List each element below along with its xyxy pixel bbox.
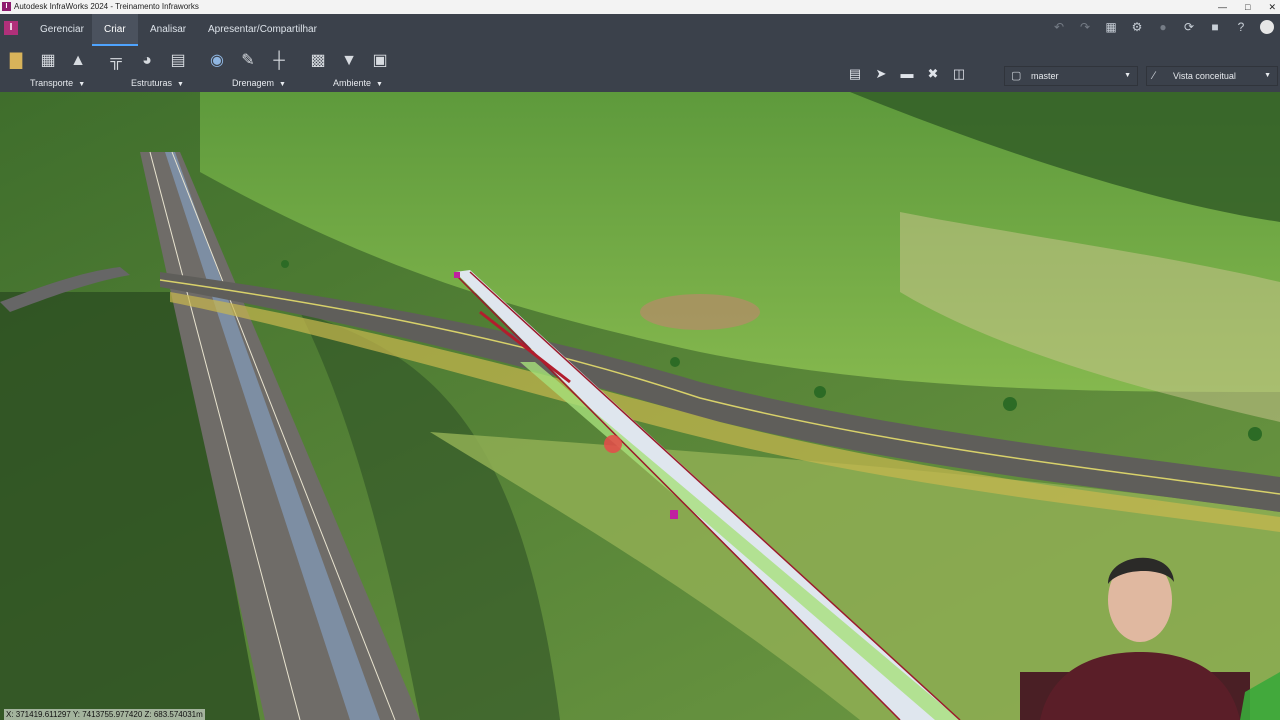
redo-icon[interactable]: ↷	[1078, 20, 1092, 34]
proposal-value: master	[1031, 71, 1059, 81]
quick-access-toolbar: ↶ ↷ ▦ ⚙ ● ⟳ ■ ?	[1052, 20, 1274, 34]
sync-data-icon[interactable]: ▦	[1104, 20, 1118, 34]
tab-apresentar-compartilhar[interactable]: Apresentar/Compartilhar	[196, 14, 329, 46]
city-furniture-icon[interactable]: ▼	[339, 51, 359, 71]
tree	[1248, 427, 1262, 441]
settings-gear-icon[interactable]: ⚙	[1130, 20, 1144, 34]
window-title: Autodesk InfraWorks 2024 - Treinamento I…	[14, 2, 199, 11]
bridge-icon[interactable]: ╦	[106, 51, 126, 71]
layers-icon[interactable]: ◫	[950, 66, 968, 82]
infraworks-logo-icon: I	[2, 2, 11, 11]
road-icon[interactable]: ▇	[6, 51, 26, 71]
chevron-down-icon: ▼	[279, 81, 286, 88]
tree	[1003, 397, 1017, 411]
visual-style-value: Vista conceitual	[1173, 71, 1236, 81]
tab-analisar[interactable]: Analisar	[138, 14, 198, 46]
traffic-light-icon[interactable]: ▩	[308, 51, 328, 71]
building-icon[interactable]: ▤	[168, 51, 188, 71]
ribbon-panel: ▇ ▦ ▲ Transporte ▼ ╦ ◕ ▤ Estruturas ▼ ◉ ✎ …	[0, 46, 1280, 93]
undo-icon[interactable]: ↶	[1052, 20, 1066, 34]
ribbon-group-estruturas[interactable]: Estruturas ▼	[131, 78, 184, 88]
culvert-icon[interactable]: ◉	[207, 51, 227, 71]
tree	[670, 357, 680, 367]
ribbon-group-ambiente[interactable]: Ambiente ▼	[333, 78, 383, 88]
ribbon-group-transporte[interactable]: Transporte ▼	[30, 78, 85, 88]
exposed-soil	[640, 294, 760, 330]
visual-style-dropdown[interactable]: ∕ Vista conceitual ▼	[1146, 66, 1278, 86]
display-settings-icon[interactable]: ▤	[846, 66, 864, 82]
ribbon-group-drenagem[interactable]: Drenagem ▼	[232, 78, 286, 88]
title-bar: I Autodesk InfraWorks 2024 - Treinamento…	[0, 0, 1280, 14]
3d-viewport[interactable]: X: 371419.611297 Y: 7413755.977420 Z: 68…	[0, 92, 1280, 720]
ribbon-tabs-bar: I Gerenciar Criar Analisar Apresentar/Co…	[0, 14, 1280, 46]
pipe-connector-icon[interactable]: ┼	[269, 51, 289, 71]
tree	[814, 386, 826, 398]
pipeline-icon[interactable]: ▲	[68, 51, 88, 71]
chevron-down-icon: ▼	[177, 81, 184, 88]
tree	[281, 260, 289, 268]
window-controls: — □ ✕	[1218, 0, 1276, 14]
visual-style-icon: ∕	[1153, 70, 1155, 82]
tunnel-icon[interactable]: ◕	[137, 51, 157, 71]
coordinates-readout: X: 371419.611297 Y: 7413755.977420 Z: 68…	[4, 709, 205, 720]
measure-icon[interactable]: ▬	[898, 66, 916, 82]
proposal-icon: ▢	[1011, 70, 1022, 82]
refresh-icon[interactable]: ⟳	[1182, 20, 1196, 34]
chevron-down-icon: ▼	[1264, 72, 1271, 79]
maximize-icon[interactable]: □	[1245, 0, 1250, 14]
tab-gerenciar[interactable]: Gerenciar	[28, 14, 96, 46]
environment-icon[interactable]: ▣	[370, 51, 390, 71]
tab-criar[interactable]: Criar	[92, 14, 138, 46]
minimize-icon[interactable]: —	[1218, 0, 1227, 14]
drainage-pencil-icon[interactable]: ✎	[238, 51, 258, 71]
grip-marker	[670, 510, 678, 519]
proposal-dropdown[interactable]: ▢ master ▼	[1004, 66, 1138, 86]
select-cursor-icon[interactable]: ➤	[872, 66, 890, 82]
terrain-scene	[0, 92, 1280, 720]
cloud-icon[interactable]: ●	[1156, 20, 1170, 34]
user-avatar[interactable]	[1260, 20, 1274, 34]
grip-marker	[454, 272, 460, 278]
help-icon[interactable]: ?	[1234, 20, 1248, 34]
chevron-down-icon: ▼	[1124, 72, 1131, 79]
rail-icon[interactable]: ▦	[38, 51, 58, 71]
selection-grip	[604, 435, 622, 453]
chevron-down-icon: ▼	[78, 81, 86, 88]
chevron-down-icon: ▼	[376, 81, 383, 88]
delete-tool-icon[interactable]: ✖	[924, 66, 942, 82]
viewport-tools: ▤ ➤ ▬ ✖ ◫	[846, 66, 968, 82]
application-menu-button[interactable]: I	[4, 21, 18, 35]
close-icon[interactable]: ✕	[1268, 0, 1276, 14]
model-settings-icon[interactable]: ■	[1208, 20, 1222, 34]
